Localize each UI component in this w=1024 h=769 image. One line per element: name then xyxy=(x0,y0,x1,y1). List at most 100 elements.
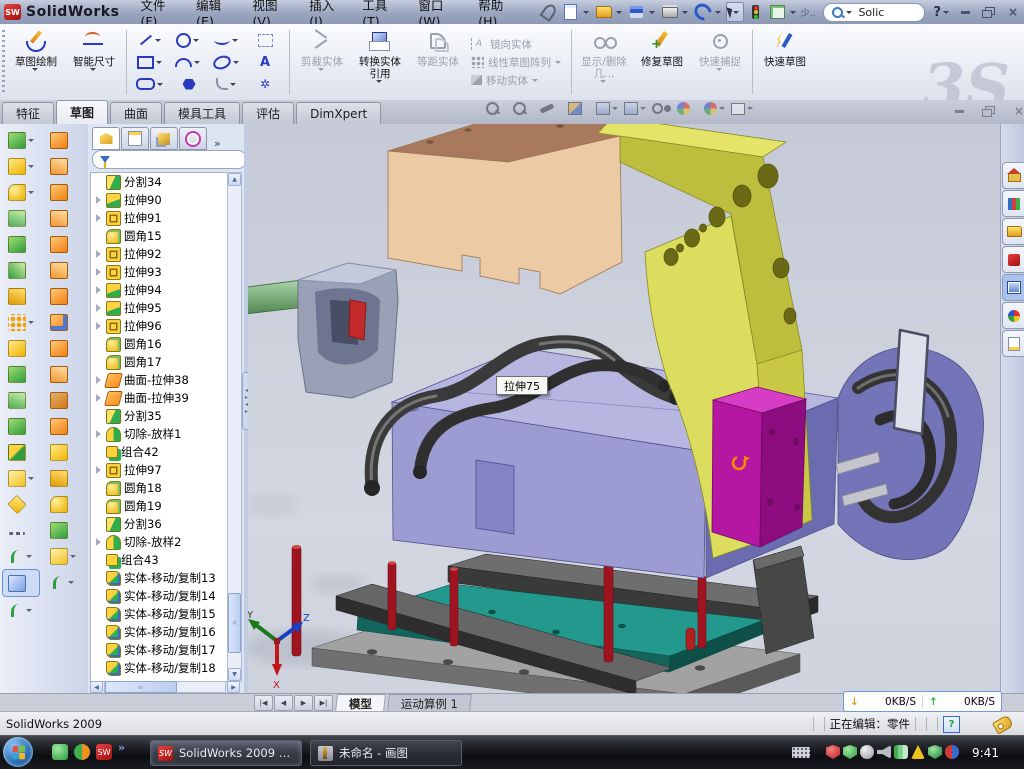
linear-pattern-button[interactable]: 线性草图阵列 xyxy=(471,55,564,70)
expand-arrow-icon[interactable] xyxy=(96,286,101,294)
document-tab[interactable]: 运动算例 1 xyxy=(387,694,472,712)
tray-shield-icon[interactable] xyxy=(928,745,942,759)
quicklaunch-solidworks-icon[interactable]: SW xyxy=(96,744,112,760)
ribbon-tab[interactable]: 草图 xyxy=(56,100,108,124)
features-toolbar-icon[interactable] xyxy=(3,283,39,309)
surfaces-toolbar-icon[interactable] xyxy=(45,517,81,543)
hud-icon[interactable] xyxy=(652,103,671,114)
expand-arrow-icon[interactable] xyxy=(96,376,101,384)
new-document-icon[interactable] xyxy=(561,3,581,21)
options-icon[interactable] xyxy=(768,3,788,21)
text-tool[interactable]: A xyxy=(246,51,284,73)
tree-horizontal-scrollbar[interactable]: ◀ ≡ ▶ xyxy=(90,681,240,693)
features-toolbar-icon[interactable] xyxy=(3,231,39,257)
sketch-picture-tool[interactable] xyxy=(246,29,284,51)
tree-item[interactable]: 实体-移动/复制13 xyxy=(91,569,228,587)
features-toolbar-icon[interactable] xyxy=(3,127,39,153)
print-icon[interactable] xyxy=(660,3,680,21)
tree-item[interactable]: 拉伸95 xyxy=(91,299,228,317)
doc-minimize-button[interactable] xyxy=(948,103,970,119)
save-icon[interactable] xyxy=(627,3,647,21)
expand-arrow-icon[interactable] xyxy=(96,304,101,312)
expand-arrow-icon[interactable] xyxy=(96,268,101,276)
toolbar-overflow[interactable]: 少.. xyxy=(801,6,816,19)
tree-item[interactable]: 圆角19 xyxy=(91,497,228,515)
tree-item[interactable]: 曲面-拉伸39 xyxy=(91,389,228,407)
features-toolbar-icon[interactable] xyxy=(3,205,39,231)
tray-signal-icon[interactable] xyxy=(894,745,908,759)
tree-item[interactable]: 分割34 xyxy=(91,173,228,191)
tree-item[interactable]: 实体-移动/复制14 xyxy=(91,587,228,605)
features-toolbar-icon[interactable] xyxy=(3,153,39,179)
tree-item[interactable]: 圆角15 xyxy=(91,227,228,245)
document-tab[interactable]: 模型 xyxy=(335,694,386,712)
tree-item[interactable]: 圆角18 xyxy=(91,479,228,497)
search-input[interactable]: Solic xyxy=(823,3,925,22)
tab-dimxpert-manager[interactable] xyxy=(179,127,207,150)
polygon-tool[interactable] xyxy=(170,73,208,95)
tree-item[interactable]: 实体-移动/复制16 xyxy=(91,623,228,641)
doc-close-button[interactable]: × xyxy=(1008,103,1024,119)
hud-icon[interactable] xyxy=(513,102,534,115)
hud-icon[interactable] xyxy=(704,102,725,115)
start-button[interactable] xyxy=(3,737,33,767)
part-green-bar[interactable] xyxy=(248,280,305,315)
arc-tool[interactable] xyxy=(170,51,208,73)
expand-arrow-icon[interactable] xyxy=(96,250,101,258)
features-toolbar-icon[interactable] xyxy=(3,543,39,569)
pin-icon[interactable] xyxy=(539,3,559,21)
display-delete-relations-button[interactable]: 显示/删除几... xyxy=(575,24,633,100)
tab-feature-tree[interactable] xyxy=(92,127,120,150)
features-toolbar-icon[interactable] xyxy=(2,569,40,597)
hud-icon[interactable] xyxy=(486,102,507,115)
part-red-insert[interactable] xyxy=(349,300,366,340)
features-toolbar-icon[interactable] xyxy=(3,439,39,465)
rapid-sketch-button[interactable]: 快速草图 xyxy=(756,24,814,100)
tree-item[interactable]: 分割36 xyxy=(91,515,228,533)
features-toolbar-icon[interactable] xyxy=(3,179,39,205)
surfaces-toolbar-icon[interactable] xyxy=(45,335,81,361)
tree-item[interactable]: 组合42 xyxy=(91,443,228,461)
toolbar-grip[interactable] xyxy=(2,30,5,94)
spline-tool[interactable] xyxy=(208,29,246,51)
quicklaunch-more-chevron[interactable]: » xyxy=(118,741,134,757)
surfaces-toolbar-icon[interactable] xyxy=(45,543,81,569)
scroll-thumb[interactable]: ≡ xyxy=(228,593,241,653)
tag-icon[interactable] xyxy=(992,714,1014,734)
quick-tips-icon[interactable]: ? xyxy=(943,716,960,733)
task-pane-tab[interactable] xyxy=(1002,218,1024,245)
move-entities-button[interactable]: 移动实体 xyxy=(471,73,564,88)
tree-item[interactable]: 组合43 xyxy=(91,551,228,569)
surfaces-toolbar-icon[interactable] xyxy=(45,309,81,335)
surfaces-toolbar-icon[interactable] xyxy=(45,231,81,257)
task-pane-tab[interactable] xyxy=(1002,330,1024,357)
expand-arrow-icon[interactable] xyxy=(96,196,101,204)
minimize-button[interactable] xyxy=(954,4,976,20)
tray-security-alert-icon[interactable] xyxy=(826,745,840,759)
input-keyboard-icon[interactable] xyxy=(792,747,810,758)
surfaces-toolbar-icon[interactable] xyxy=(45,491,81,517)
offset-entities-button[interactable]: 等距实体 xyxy=(409,24,467,100)
ribbon-tab[interactable]: 模具工具 xyxy=(164,102,240,124)
surfaces-toolbar-icon[interactable] xyxy=(45,387,81,413)
surfaces-toolbar-icon[interactable] xyxy=(45,153,81,179)
ribbon-tab[interactable]: 特征 xyxy=(2,102,54,124)
tab-nav-icon[interactable]: |◀ xyxy=(254,695,273,711)
convert-entities-button[interactable]: 转换实体引用 xyxy=(351,24,409,100)
part-white-slot[interactable] xyxy=(894,330,928,434)
trim-entities-button[interactable]: 剪裁实体 xyxy=(293,24,351,100)
quicklaunch-messenger-icon[interactable] xyxy=(52,744,68,760)
tree-item[interactable]: 切除-放样2 xyxy=(91,533,228,551)
quick-snaps-button[interactable]: 快速捕捉 xyxy=(691,24,749,100)
scroll-right-icon[interactable]: ▶ xyxy=(227,681,240,693)
features-toolbar-icon[interactable] xyxy=(3,387,39,413)
expand-arrow-icon[interactable] xyxy=(96,430,101,438)
tab-configuration-manager[interactable] xyxy=(150,127,178,150)
scroll-down-icon[interactable]: ▼ xyxy=(228,668,241,681)
line-tool[interactable] xyxy=(132,29,170,51)
tree-item[interactable]: 实体-移动/复制17 xyxy=(91,641,228,659)
surfaces-toolbar-icon[interactable] xyxy=(45,179,81,205)
tray-update-icon[interactable] xyxy=(860,745,874,759)
ellipse-tool[interactable] xyxy=(208,51,246,73)
hscroll-thumb[interactable]: ≡ xyxy=(105,681,177,693)
